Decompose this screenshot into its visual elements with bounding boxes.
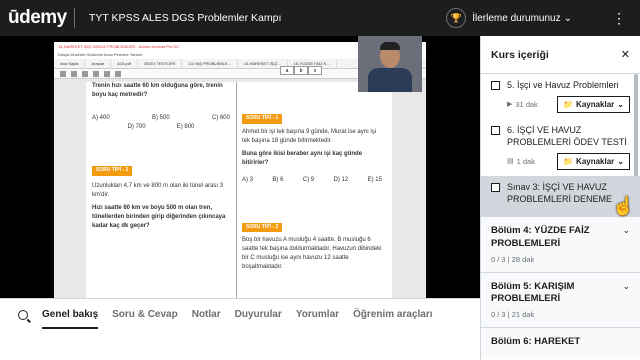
save-icon [60, 70, 66, 77]
question-text: Hızı saatte 60 km ve boyu 500 m olan tre… [92, 204, 226, 229]
tab-qa[interactable]: Soru & Cevap [112, 309, 178, 327]
video-player[interactable]: 14-HAREKET İŞÇİ HAVUZ PROBLEMLERİ - Adob… [0, 36, 480, 298]
option: B) 500 [151, 115, 170, 121]
question-type-badge: SORU TİPİ - 2 [242, 222, 283, 232]
instructor-hair [380, 42, 400, 50]
mail-icon [82, 70, 88, 77]
search-icon [93, 70, 99, 77]
instructor-body [368, 68, 412, 92]
progress-dropdown[interactable]: 🏆 İlerleme durumunuz ⌄ [446, 8, 572, 28]
abx-key: b [294, 66, 308, 75]
tab-announcements[interactable]: Duyurular [235, 309, 282, 327]
lecture-item[interactable]: 5. İşçi ve Havuz Problemleri ▶ 31 dak 📁 Ka… [481, 74, 640, 119]
problem-text: Ahmet bir işi tek başına 9 günde, Murat … [242, 128, 377, 144]
tab-reviews[interactable]: Yorumlar [296, 309, 339, 327]
section-title: Bölüm 5: KARIŞIM PROBLEMLERİ [491, 280, 575, 305]
document-icon: ▤ [507, 158, 514, 166]
answer-options: A) 400 B) 500 C) 600 [92, 114, 230, 123]
sidebar-header: Kurs içeriği ✕ [481, 36, 640, 74]
arrow-icon [104, 70, 110, 77]
search-icon[interactable] [18, 310, 28, 320]
udemy-logo[interactable]: ūdemy [8, 7, 68, 29]
resources-label: Kaynaklar [576, 99, 615, 109]
course-title[interactable]: TYT KPSS ALES DGS Problemler Kampı [89, 12, 446, 24]
tab-notes[interactable]: Notlar [192, 309, 221, 327]
option: B) 6 [272, 176, 284, 183]
question-text: Buna göre ikisi beraber aynı işi kaç gün… [242, 150, 363, 166]
problem-text: Boş bir havuzu A musluğu 4 saatte, B mus… [242, 237, 382, 270]
sidebar-title: Kurs içeriği [491, 48, 549, 61]
pdf-tab: Ana Sayfa [54, 58, 86, 69]
lecture-title: 6. İŞÇİ VE HAVUZ PROBLEMLERİ ÖDEV TESTİ [507, 124, 627, 148]
section-meta: 0 / 3 | 21 dak [491, 310, 535, 320]
video-icon: ▶ [507, 101, 513, 109]
completion-checkbox[interactable] [491, 81, 500, 90]
section-title: Bölüm 6: HAREKET [491, 336, 581, 348]
chevron-down-icon: ⌄ [622, 280, 630, 291]
header-divider [74, 8, 75, 28]
section-title: Bölüm 4: YÜZDE FAİZ PROBLEMLERİ [491, 224, 590, 249]
lecture-duration: ▶ 31 dak [507, 100, 538, 109]
duration-text: 31 dak [515, 99, 538, 109]
progress-label: İlerleme durumunuz [472, 12, 561, 24]
option: E) 800 [176, 124, 195, 130]
answer-options: A) 3 B) 6 C) 9 D) 12 E) 15 [242, 176, 382, 185]
completion-checkbox[interactable] [491, 182, 500, 192]
resources-label: Kaynaklar [576, 156, 615, 166]
pdf-tab: A15.pdf [111, 58, 138, 69]
close-icon[interactable]: ✕ [621, 48, 630, 61]
hand-cursor-icon: ☝ [612, 196, 635, 216]
section-meta: 0 / 3 | 28 dak [491, 254, 535, 264]
instructor-webcam [358, 36, 422, 92]
folder-icon: 📁 [563, 99, 574, 109]
abx-key: a [280, 66, 294, 75]
question-type-badge: SORU TİPİ - 2 [92, 166, 133, 176]
resources-button[interactable]: 📁 Kaynaklar ⌄ [557, 95, 630, 113]
folder-icon: 📁 [563, 156, 574, 166]
section-header[interactable]: Bölüm 4: YÜZDE FAİZ PROBLEMLERİ 0 / 3 | … [481, 215, 640, 272]
option: D) 12 [333, 176, 349, 183]
chevron-down-icon: ⌄ [563, 12, 572, 24]
pdf-tab: 13-YAŞ PROBLEMLE... [182, 58, 238, 69]
hand-icon [115, 70, 121, 77]
column-divider [236, 82, 237, 298]
tab-learning-tools[interactable]: Öğrenim araçları [353, 309, 432, 327]
answer-options: D) 700 E) 800 [92, 123, 230, 132]
completion-checkbox[interactable] [491, 125, 500, 135]
option: A) 400 [92, 115, 110, 121]
section-header[interactable]: Bölüm 5: KARIŞIM PROBLEMLERİ 0 / 3 | 21 … [481, 271, 640, 328]
question-text: Trenin hızı saatte 60 km olduğuna göre, … [92, 83, 223, 98]
option: C) 9 [302, 176, 315, 183]
problem-text: Uzunlukları 4,7 km ve 800 m olan iki tün… [92, 182, 224, 198]
option: E) 15 [367, 176, 382, 183]
duration-text: 1 dak [516, 156, 535, 166]
section-header[interactable]: Bölüm 6: HAREKET [481, 327, 640, 358]
pdf-tab: Araçlar [85, 58, 112, 69]
chevron-down-icon: ⌄ [617, 156, 624, 166]
lecture-item[interactable]: 6. İŞÇİ VE HAVUZ PROBLEMLERİ ÖDEV TESTİ … [481, 119, 640, 176]
left-column: Trenin hızı saatte 60 km olduğuna göre, … [92, 82, 230, 231]
trophy-icon: 🏆 [446, 8, 467, 28]
print-icon [71, 70, 77, 77]
lecture-title: 5. İşçi ve Havuz Problemleri [507, 80, 619, 90]
pdf-page: Trenin hızı saatte 60 km olduğuna göre, … [86, 82, 392, 298]
more-options-icon[interactable]: ⋮ [612, 10, 626, 27]
right-column: SORU TİPİ - 1 Ahmet bir işi tek başına 9… [242, 82, 382, 272]
option: C) 600 [211, 115, 230, 121]
chevron-down-icon: ⌄ [617, 99, 624, 109]
option: A) 3 [242, 176, 254, 183]
pdf-tab: ÖDEV TESTLERİ [138, 58, 183, 69]
option: D) 700 [127, 124, 146, 130]
resources-button[interactable]: 📁 Kaynaklar ⌄ [557, 152, 630, 170]
lecture-duration: ▤ 1 dak [507, 157, 535, 166]
abx-toolbar: a b x [280, 66, 322, 75]
chevron-down-icon: ⌄ [622, 224, 630, 235]
tab-overview[interactable]: Genel bakış [42, 309, 99, 329]
course-tabs: Genel bakış Soru & Cevap Notlar Duyurula… [0, 298, 480, 360]
question-type-badge: SORU TİPİ - 1 [242, 114, 283, 124]
abx-key: x [308, 66, 322, 75]
top-bar: ūdemy TYT KPSS ALES DGS Problemler Kampı… [0, 0, 640, 36]
